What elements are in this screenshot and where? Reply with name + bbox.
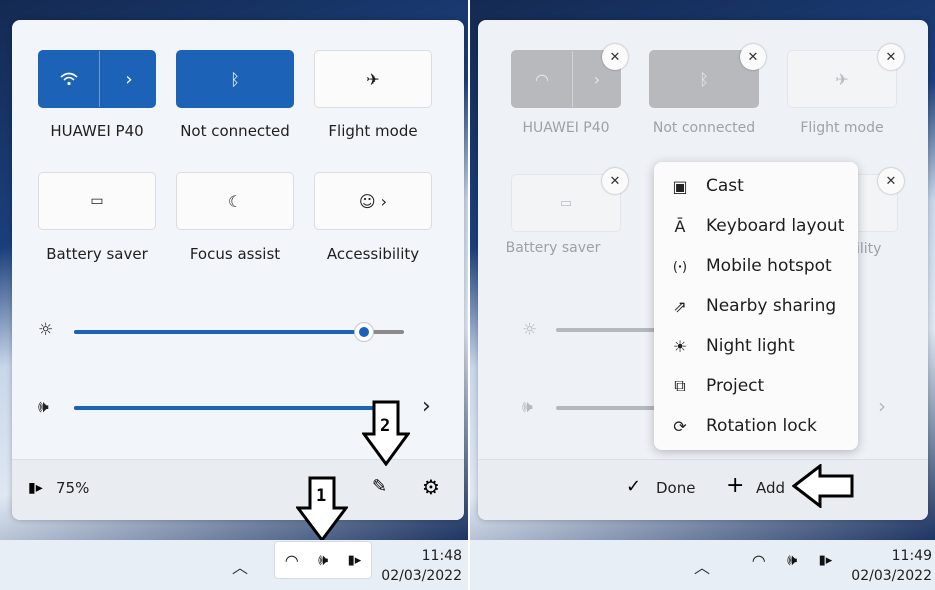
brightness-icon: ☼: [38, 320, 54, 340]
system-tray-button[interactable]: ◠ 🕪 ▮▸: [740, 541, 844, 579]
hotspot-icon: (ꞏ): [672, 260, 688, 275]
focus-assist-tile-label: Focus assist: [189, 245, 281, 263]
audio-output-chevron-icon[interactable]: ›: [422, 394, 431, 419]
wifi-icon: [39, 51, 99, 107]
bluetooth-tile-label: Not connected: [652, 120, 756, 136]
menu-item-mobile-hotspot[interactable]: (ꞏ) Mobile hotspot: [654, 246, 858, 286]
airplane-icon: ✈: [835, 69, 849, 89]
clock-time: 11:49: [891, 548, 932, 564]
nearby-sharing-icon: ⇗: [673, 296, 687, 316]
accessibility-icon: ☺ ›: [358, 191, 388, 211]
rotation-lock-icon: ⟳: [673, 416, 687, 436]
brightness-icon: ☼: [522, 320, 538, 340]
bluetooth-tile-label: Not connected: [180, 122, 290, 140]
tray-volume-icon: 🕪: [318, 550, 329, 569]
accessibility-tile[interactable]: ☺ ›: [314, 172, 432, 230]
bluetooth-tile[interactable]: ᛒ: [176, 50, 294, 108]
quick-settings-edit-view: ◠ › ✕ HUAWEI P40 ᛒ ✕ Not connected ✈ ✕ F…: [470, 0, 935, 590]
battery-saver-tile-label: Battery saver: [46, 245, 148, 263]
annotation-label-2: 2: [380, 416, 391, 436]
project-icon: ⧉: [674, 376, 686, 395]
battery-saver-tile-label: Battery saver: [505, 240, 601, 256]
bluetooth-icon: ᛒ: [230, 69, 240, 89]
unpin-icon[interactable]: ✕: [740, 44, 766, 70]
unpin-icon[interactable]: ✕: [878, 44, 904, 70]
menu-item-project[interactable]: ⧉ Project: [654, 366, 858, 406]
moon-icon: ☾: [227, 191, 243, 211]
wifi-tile-label: HUAWEI P40: [50, 122, 144, 140]
night-light-icon: ☀: [672, 336, 688, 356]
flight-mode-tile[interactable]: ✈: [314, 50, 432, 108]
volume-slider-fill: [74, 406, 374, 410]
battery-icon: ▮▸: [28, 480, 43, 496]
tray-wifi-icon: ◠: [751, 550, 766, 570]
taskbar-clock[interactable]: 11:49 02/03/2022: [846, 546, 932, 586]
wifi-icon: ◠: [535, 69, 549, 89]
volume-slider[interactable]: [74, 406, 374, 410]
accessibility-tile-label: Accessibility: [326, 245, 420, 263]
wifi-expand-chevron-icon[interactable]: ›: [99, 51, 159, 107]
clock-date: 02/03/2022: [851, 568, 932, 584]
tray-volume-icon: 🕪: [787, 550, 798, 569]
taskbar-clock[interactable]: 11:48 02/03/2022: [378, 546, 462, 586]
quick-settings-footer: ▮▸ 75% ✎ ⚙: [12, 459, 464, 520]
volume-icon: 🕪: [38, 397, 49, 417]
brightness-slider-disabled: [556, 328, 666, 332]
wifi-tile-label: HUAWEI P40: [522, 120, 610, 136]
menu-item-nearby-sharing[interactable]: ⇗ Nearby sharing: [654, 286, 858, 326]
audio-output-chevron-icon: ›: [878, 394, 886, 418]
show-hidden-icons-chevron-icon[interactable]: ︿: [694, 554, 710, 578]
show-hidden-icons-chevron-icon[interactable]: ︿: [232, 554, 248, 578]
tray-battery-icon: ▮▸: [347, 552, 362, 568]
add-plus-icon: +: [726, 473, 745, 498]
edit-footer: ✓ Done + Add: [478, 459, 928, 520]
wifi-tile[interactable]: ›: [38, 50, 156, 108]
brightness-slider-fill: [74, 330, 365, 334]
flight-mode-tile-label: Flight mode: [328, 122, 418, 140]
accessibility-tile-label: ility: [856, 241, 882, 257]
menu-item-cast[interactable]: ▣ Cast: [654, 166, 858, 206]
unpin-icon[interactable]: ✕: [602, 168, 628, 194]
battery-saver-icon: ▭: [559, 195, 573, 211]
bluetooth-icon: ᛒ: [699, 69, 709, 89]
flight-mode-tile-label: Flight mode: [800, 120, 884, 136]
keyboard-layout-icon: Ā: [674, 216, 686, 236]
cast-icon: ▣: [672, 176, 688, 196]
brightness-slider[interactable]: [74, 322, 404, 342]
annotation-label-1: 1: [316, 486, 327, 506]
settings-gear-icon[interactable]: ⚙: [422, 475, 440, 499]
done-check-icon: ✓: [626, 476, 642, 497]
clock-time: 11:48: [421, 548, 462, 564]
menu-item-night-light[interactable]: ☀ Night light: [654, 326, 858, 366]
volume-slider-disabled: [556, 406, 666, 410]
annotation-arrow-add-icon: [792, 464, 854, 508]
quick-settings-view: › HUAWEI P40 ᛒ Not connected ✈ Flight mo…: [0, 0, 468, 590]
system-tray-button[interactable]: ◠ 🕪 ▮▸: [274, 541, 372, 579]
focus-assist-tile[interactable]: ☾: [176, 172, 294, 230]
airplane-icon: ✈: [366, 69, 380, 89]
add-tile-menu: ▣ Cast Ā Keyboard layout (ꞏ) Mobile hotspot…: [654, 162, 858, 450]
unpin-icon[interactable]: ✕: [878, 168, 904, 194]
battery-percentage: 75%: [56, 479, 90, 497]
tray-battery-icon: ▮▸: [818, 552, 833, 568]
battery-saver-icon: ▭: [90, 193, 104, 209]
volume-icon: 🕪: [522, 397, 533, 417]
battery-saver-tile[interactable]: ▭: [38, 172, 156, 230]
menu-item-keyboard-layout[interactable]: Ā Keyboard layout: [654, 206, 858, 246]
brightness-slider-thumb[interactable]: [354, 322, 375, 342]
edit-pencil-icon[interactable]: ✎: [372, 476, 387, 497]
tray-wifi-icon: ◠: [284, 550, 299, 570]
done-button[interactable]: Done: [656, 479, 695, 497]
clock-date: 02/03/2022: [381, 568, 462, 584]
unpin-icon[interactable]: ✕: [602, 44, 628, 70]
add-button[interactable]: Add: [756, 479, 785, 497]
menu-item-rotation-lock[interactable]: ⟳ Rotation lock: [654, 406, 858, 446]
